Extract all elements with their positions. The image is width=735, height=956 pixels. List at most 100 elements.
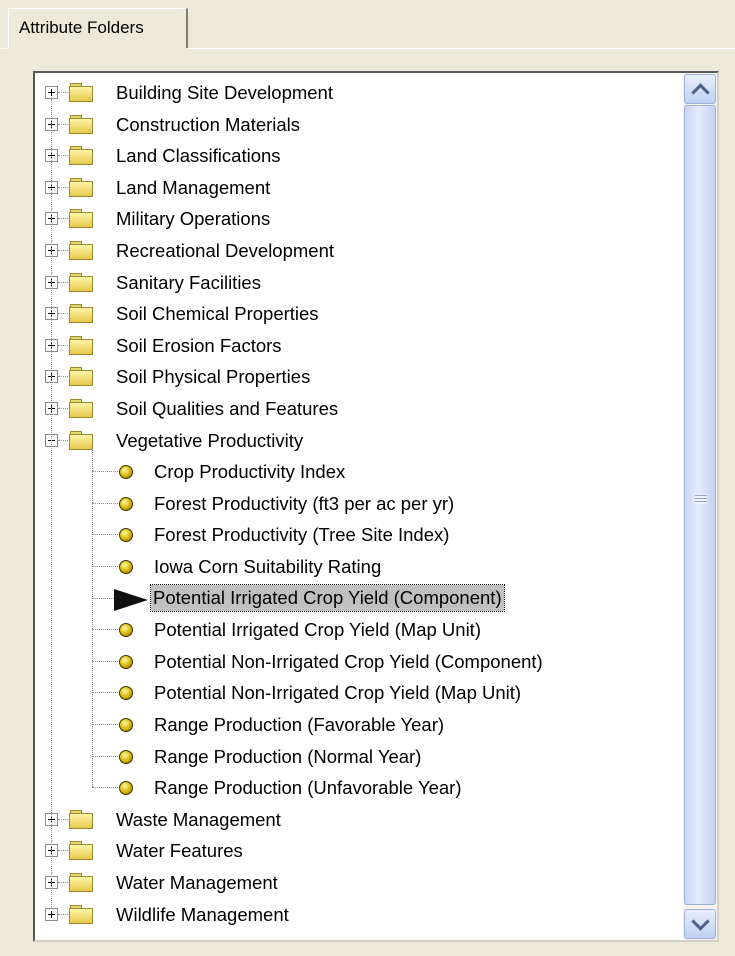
folder-body bbox=[69, 86, 93, 102]
tree-connector bbox=[58, 850, 68, 852]
tree-folder[interactable]: Sanitary Facilities bbox=[35, 267, 675, 298]
tree-folder[interactable]: Construction Materials bbox=[35, 109, 675, 140]
tree-folder[interactable]: Military Operations bbox=[35, 203, 675, 234]
folder-icon bbox=[69, 367, 93, 387]
tree-attribute-item[interactable]: Potential Non-Irrigated Crop Yield (Comp… bbox=[35, 646, 675, 677]
tree-item-label: Forest Productivity (Tree Site Index) bbox=[154, 524, 450, 546]
tree-folder-label: Military Operations bbox=[116, 208, 271, 230]
tree-connector bbox=[58, 818, 68, 820]
chevron-up-icon bbox=[691, 83, 710, 102]
tree-connector bbox=[92, 471, 120, 473]
tree-folder-label: Vegetative Productivity bbox=[116, 429, 304, 451]
folder-body bbox=[69, 402, 93, 418]
tree-root-connector bbox=[51, 99, 52, 909]
tree-attribute-item[interactable]: Iowa Corn Suitability Rating bbox=[35, 551, 675, 582]
folder-body bbox=[69, 812, 93, 829]
folder-body bbox=[69, 338, 93, 355]
folder-icon bbox=[69, 841, 93, 861]
tree-attribute-item[interactable]: Forest Productivity (ft3 per ac per yr) bbox=[35, 488, 675, 519]
tree-connector bbox=[58, 408, 68, 409]
folder-icon bbox=[69, 241, 93, 260]
tree-connector bbox=[92, 502, 120, 504]
pointer-arrow-icon bbox=[114, 588, 148, 611]
tree-connector bbox=[58, 250, 68, 251]
tree-item-label: Potential Non-Irrigated Crop Yield (Map … bbox=[154, 682, 522, 704]
tree-connector bbox=[92, 534, 120, 536]
tree-item-label: Potential Non-Irrigated Crop Yield (Comp… bbox=[154, 650, 543, 672]
folder-icon bbox=[69, 904, 93, 924]
tree-attribute-item[interactable]: Forest Productivity (Tree Site Index) bbox=[35, 519, 675, 550]
tree-folder-label: Construction Materials bbox=[116, 113, 301, 135]
folder-icon bbox=[69, 209, 93, 229]
folder-body bbox=[69, 244, 93, 260]
tab-strip: Attribute Folders bbox=[0, 0, 735, 56]
tree-folder-label: Soil Physical Properties bbox=[116, 366, 311, 388]
folder-icon bbox=[69, 430, 93, 450]
tree-item-label: Potential Irrigated Crop Yield (Map Unit… bbox=[154, 619, 481, 641]
tree-attribute-item[interactable]: Range Production (Favorable Year) bbox=[35, 709, 675, 740]
tree-folder-label: Water Management bbox=[116, 872, 278, 893]
tree-connector bbox=[58, 344, 68, 346]
tree-attribute-item[interactable]: Potential Non-Irrigated Crop Yield (Map … bbox=[35, 677, 675, 708]
tree-folder[interactable]: Water Management bbox=[35, 867, 675, 898]
folder-icon bbox=[69, 809, 93, 829]
tree-child-connector bbox=[92, 448, 93, 788]
folder-body bbox=[69, 212, 93, 229]
scroll-thumb[interactable] bbox=[684, 105, 716, 905]
tab-baseline-left bbox=[0, 48, 8, 49]
tree-connector bbox=[92, 724, 120, 725]
folder-icon bbox=[69, 146, 93, 166]
tree-folder-label: Land Classifications bbox=[116, 145, 281, 167]
tree-folder[interactable]: Land Classifications bbox=[35, 140, 675, 171]
folder-body bbox=[69, 275, 93, 292]
grip-icon bbox=[695, 494, 707, 504]
vertical-scrollbar[interactable] bbox=[683, 73, 717, 940]
tree-connector bbox=[92, 787, 120, 789]
tree-folder[interactable]: Soil Erosion Factors bbox=[35, 330, 675, 361]
chevron-down-icon bbox=[691, 912, 710, 931]
bullet-icon bbox=[119, 781, 133, 796]
tree-item-label: Forest Productivity (ft3 per ac per yr) bbox=[154, 492, 455, 514]
tab-baseline-right bbox=[188, 48, 735, 49]
tree-attribute-item[interactable]: Potential Irrigated Crop Yield (Map Unit… bbox=[35, 614, 675, 645]
tree-attribute-item[interactable]: Crop Productivity Index bbox=[35, 456, 675, 487]
attribute-folder-tree[interactable]: Building Site Development Construction Ma… bbox=[33, 71, 719, 942]
folder-icon bbox=[69, 873, 93, 892]
tree-attribute-item[interactable]: Range Production (Normal Year) bbox=[35, 741, 675, 772]
tree-connector bbox=[58, 218, 68, 220]
expand-icon[interactable] bbox=[45, 907, 58, 921]
tree-attribute-item[interactable]: Range Production (Unfavorable Year) bbox=[35, 772, 675, 803]
tree-connector bbox=[92, 755, 120, 757]
folder-body bbox=[69, 876, 93, 892]
tree-connector bbox=[58, 123, 68, 125]
tab-attribute-folders[interactable]: Attribute Folders bbox=[8, 8, 188, 48]
bullet-icon bbox=[119, 686, 133, 701]
tree-folder[interactable]: Recreational Development bbox=[35, 235, 675, 266]
tree-folder[interactable]: Water Features bbox=[35, 835, 675, 866]
scroll-down-button[interactable] bbox=[684, 909, 716, 939]
tree-connector bbox=[58, 439, 68, 441]
scroll-up-button[interactable] bbox=[684, 74, 716, 104]
expand-icon[interactable] bbox=[45, 86, 58, 99]
tree-item-label: Crop Productivity Index bbox=[154, 461, 346, 483]
tree-folder[interactable]: Soil Physical Properties bbox=[35, 361, 675, 392]
tree-connector bbox=[58, 92, 68, 93]
bullet-icon bbox=[119, 496, 133, 511]
tree-connector bbox=[58, 186, 68, 188]
tree-folder-label: Building Site Development bbox=[116, 82, 333, 103]
tree-folder-label: Water Features bbox=[116, 840, 243, 862]
tree-folder-expanded[interactable]: Vegetative Productivity bbox=[35, 425, 675, 456]
folder-icon bbox=[69, 335, 93, 355]
folder-body bbox=[69, 370, 93, 387]
tree-folder[interactable]: Wildlife Management bbox=[35, 899, 675, 930]
tree-folder[interactable]: Waste Management bbox=[35, 804, 675, 835]
tree-folder[interactable]: Land Management bbox=[35, 172, 675, 203]
tree-folder[interactable]: Soil Qualities and Features bbox=[35, 393, 675, 424]
tree-folder-label: Soil Erosion Factors bbox=[116, 334, 282, 356]
folder-icon bbox=[69, 304, 93, 324]
tree-folder[interactable]: Building Site Development bbox=[35, 77, 675, 108]
tree-attribute-item[interactable]: Potential Irrigated Crop Yield (Componen… bbox=[35, 583, 675, 614]
folder-icon bbox=[69, 399, 93, 418]
tree-folder[interactable]: Soil Chemical Properties bbox=[35, 298, 675, 329]
folder-body bbox=[69, 180, 93, 197]
